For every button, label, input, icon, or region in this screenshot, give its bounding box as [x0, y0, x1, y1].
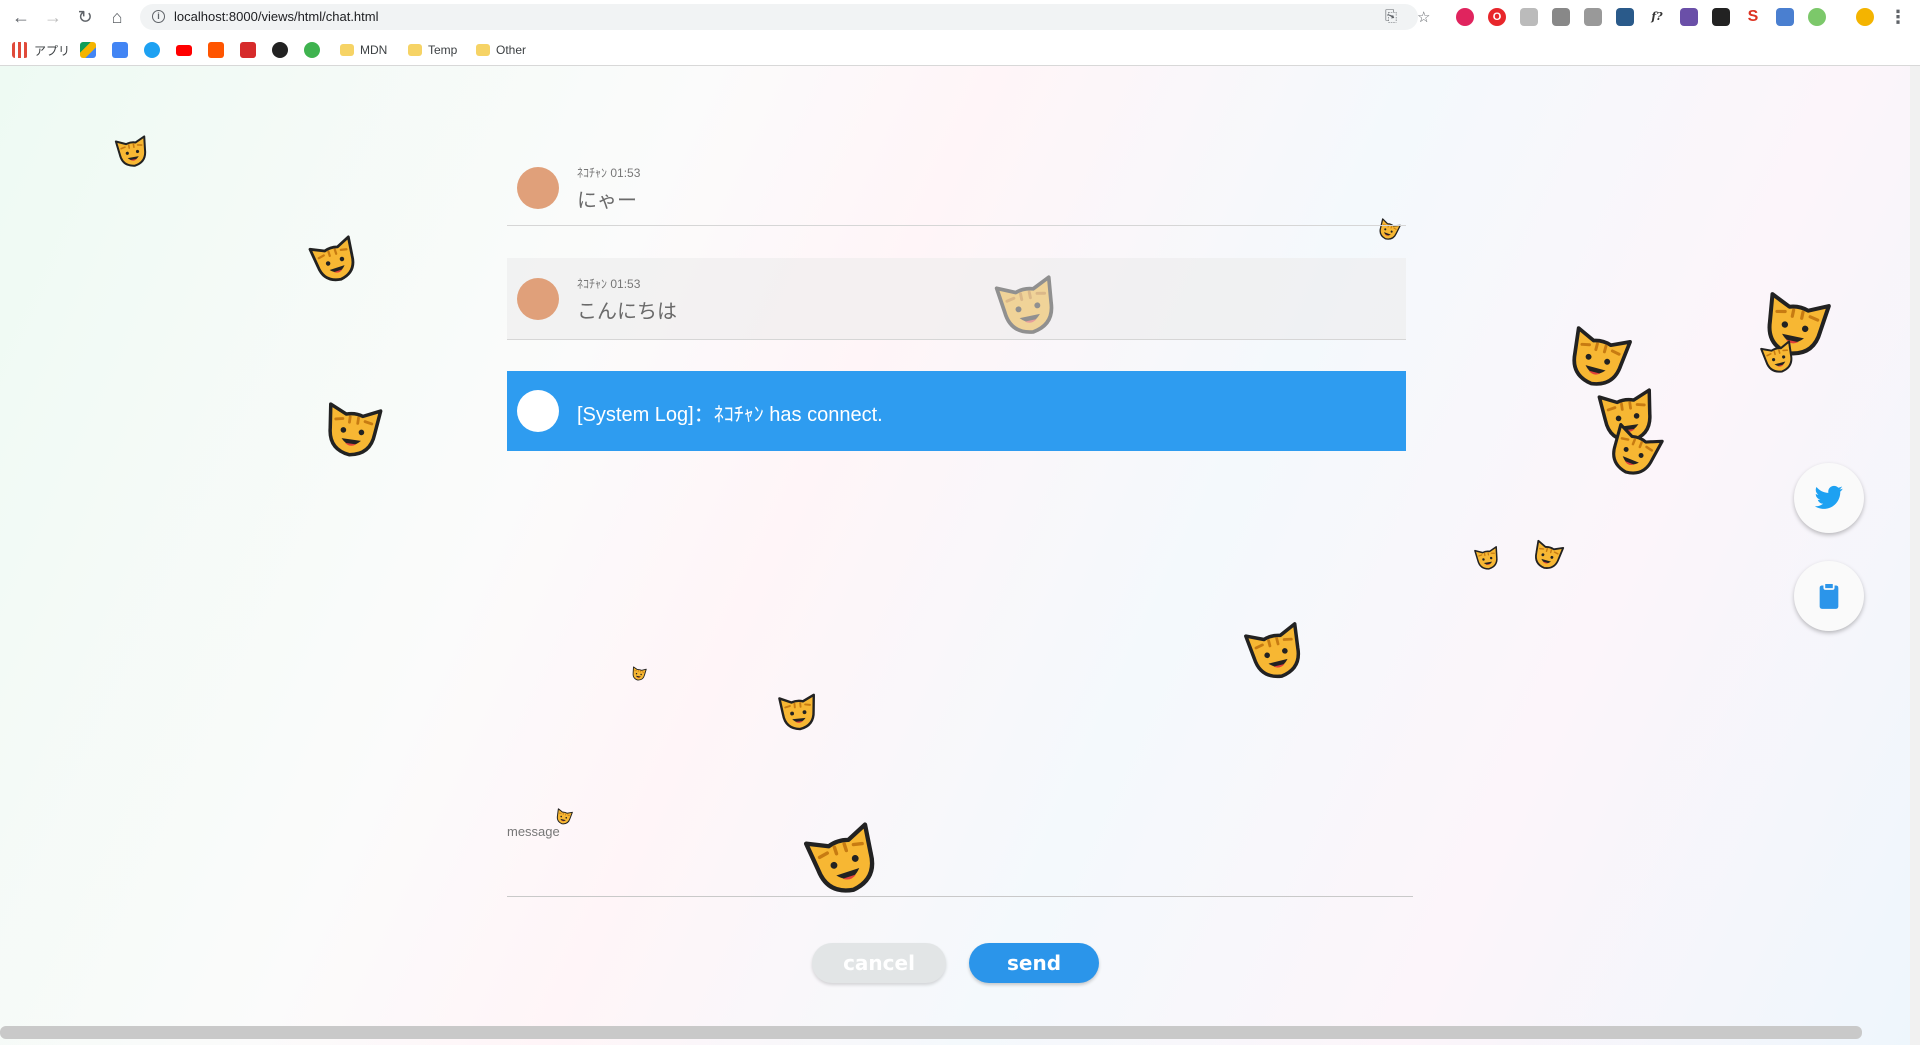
extension-blue-icon[interactable]	[1616, 8, 1634, 26]
twitter-share-button[interactable]	[1794, 463, 1864, 533]
post-text: こんにちは	[577, 301, 677, 323]
send-button[interactable]: send	[969, 943, 1099, 983]
youtube-icon	[176, 44, 192, 56]
extension-gray-icon[interactable]	[1520, 8, 1538, 26]
system-log-text: [System Log]：ﾈｺﾁｬﾝ has connect.	[577, 404, 883, 426]
bookmark-label: Temp	[428, 43, 458, 57]
bookmark-apps[interactable]: アプリ	[12, 41, 70, 59]
twitter-icon	[1814, 485, 1843, 509]
browser-toolbar: ← → ↻ ⌂ i localhost:8000/views/html/chat…	[0, 0, 1920, 34]
apps-grid-icon	[12, 42, 28, 58]
clipboard-copy-button[interactable]	[1794, 561, 1864, 631]
cat-emoji-icon	[629, 663, 650, 684]
camera-icon[interactable]	[1552, 8, 1570, 26]
opera-icon[interactable]: O	[1488, 8, 1506, 26]
bookmark-red[interactable]	[240, 41, 262, 59]
browser-chrome: ← → ↻ ⌂ i localhost:8000/views/html/chat…	[0, 0, 1920, 66]
reload-icon[interactable]: ↻	[75, 7, 95, 27]
folder-icon	[340, 44, 354, 56]
bookmark-label: アプリ	[34, 43, 71, 58]
cat-emoji-icon	[313, 387, 392, 466]
bookmark-soundcloud[interactable]	[208, 41, 230, 59]
bookmark-label: Other	[496, 43, 527, 57]
bookmark-temp[interactable]: Temp	[408, 41, 457, 59]
chat-post: ﾈｺﾁｬﾝ 01:53 にゃー	[507, 154, 1406, 226]
post-author: ﾈｺﾁｬﾝ	[577, 277, 608, 291]
message-input[interactable]	[507, 839, 1413, 897]
folder-icon	[476, 44, 490, 56]
profile-avatar-icon[interactable]	[1856, 8, 1874, 26]
cancel-button[interactable]: cancel	[812, 943, 946, 983]
green-bookmark-icon	[304, 42, 320, 58]
avatar	[517, 167, 559, 209]
avatar	[517, 390, 559, 432]
bookmarks-bar: アプリ MDN Temp Other	[0, 36, 1920, 64]
extension-purple-icon[interactable]	[1680, 8, 1698, 26]
cat-emoji-icon	[772, 684, 825, 737]
vertical-scrollbar[interactable]	[1910, 66, 1920, 1045]
extension-green-icon[interactable]	[1808, 8, 1826, 26]
twitter-icon	[144, 42, 160, 58]
system-log-post: [System Log]：ﾈｺﾁｬﾝ has connect.	[507, 371, 1406, 451]
post-meta: ﾈｺﾁｬﾝ 01:53	[577, 275, 640, 292]
soundcloud-icon	[208, 42, 224, 58]
post-time: 01:53	[610, 277, 641, 291]
bookmark-drive[interactable]	[80, 41, 102, 59]
bookmark-github[interactable]	[272, 41, 294, 59]
bookmark-green[interactable]	[304, 41, 326, 59]
message-label: message	[507, 824, 560, 839]
github-icon	[272, 42, 288, 58]
bookmark-twitter[interactable]	[144, 41, 166, 59]
red-bookmark-icon	[240, 42, 256, 58]
chat-page: ﾈｺﾁｬﾝ 01:53 にゃー ﾈｺﾁｬﾝ 01:53 こんにちは [Syste…	[0, 66, 1920, 1045]
post-time: 01:53	[610, 166, 641, 180]
address-bar[interactable]: i localhost:8000/views/html/chat.html ⎘ …	[140, 4, 1430, 30]
avatar	[517, 278, 559, 320]
font-finder-icon[interactable]: f?	[1648, 8, 1666, 26]
chat-post: ﾈｺﾁｬﾝ 01:53 こんにちは	[507, 258, 1406, 340]
bookmark-other[interactable]: Other	[476, 41, 526, 59]
home-icon[interactable]: ⌂	[107, 7, 127, 27]
bookmark-label: MDN	[360, 43, 388, 57]
google-drive-icon	[80, 42, 96, 58]
bookmark-star-icon[interactable]: ☆	[1417, 8, 1430, 26]
site-info-icon[interactable]: i	[152, 10, 165, 23]
extension-red-icon[interactable]	[1456, 8, 1474, 26]
extension-translate-icon[interactable]	[1776, 8, 1794, 26]
url-text[interactable]: localhost:8000/views/html/chat.html	[174, 9, 378, 24]
back-icon[interactable]: ←	[11, 7, 31, 27]
post-text: にゃー	[577, 190, 637, 212]
folder-icon	[408, 44, 422, 56]
bookmark-mdn[interactable]: MDN	[340, 41, 387, 59]
horizontal-scrollbar[interactable]	[0, 1026, 1862, 1039]
cat-emoji-icon	[299, 223, 370, 294]
clipboard-icon	[1819, 582, 1839, 609]
extension-box-icon[interactable]	[1584, 8, 1602, 26]
google-translate-icon	[112, 42, 128, 58]
cat-emoji-icon	[1526, 532, 1571, 577]
forward-icon[interactable]: →	[43, 7, 63, 27]
extension-s-icon[interactable]: S	[1744, 8, 1762, 26]
cat-emoji-icon	[1470, 540, 1505, 575]
cat-emoji-icon	[1233, 607, 1318, 692]
extension-black-icon[interactable]	[1712, 8, 1730, 26]
menu-kebab-icon[interactable]: ⋮	[1888, 7, 1908, 27]
post-meta: ﾈｺﾁｬﾝ 01:53	[577, 164, 640, 181]
post-author: ﾈｺﾁｬﾝ	[577, 166, 608, 180]
bookmark-translate[interactable]	[112, 41, 134, 59]
bookmark-youtube[interactable]	[176, 41, 198, 59]
translate-icon[interactable]: ⎘	[1385, 8, 1397, 25]
cat-emoji-icon	[109, 127, 155, 173]
